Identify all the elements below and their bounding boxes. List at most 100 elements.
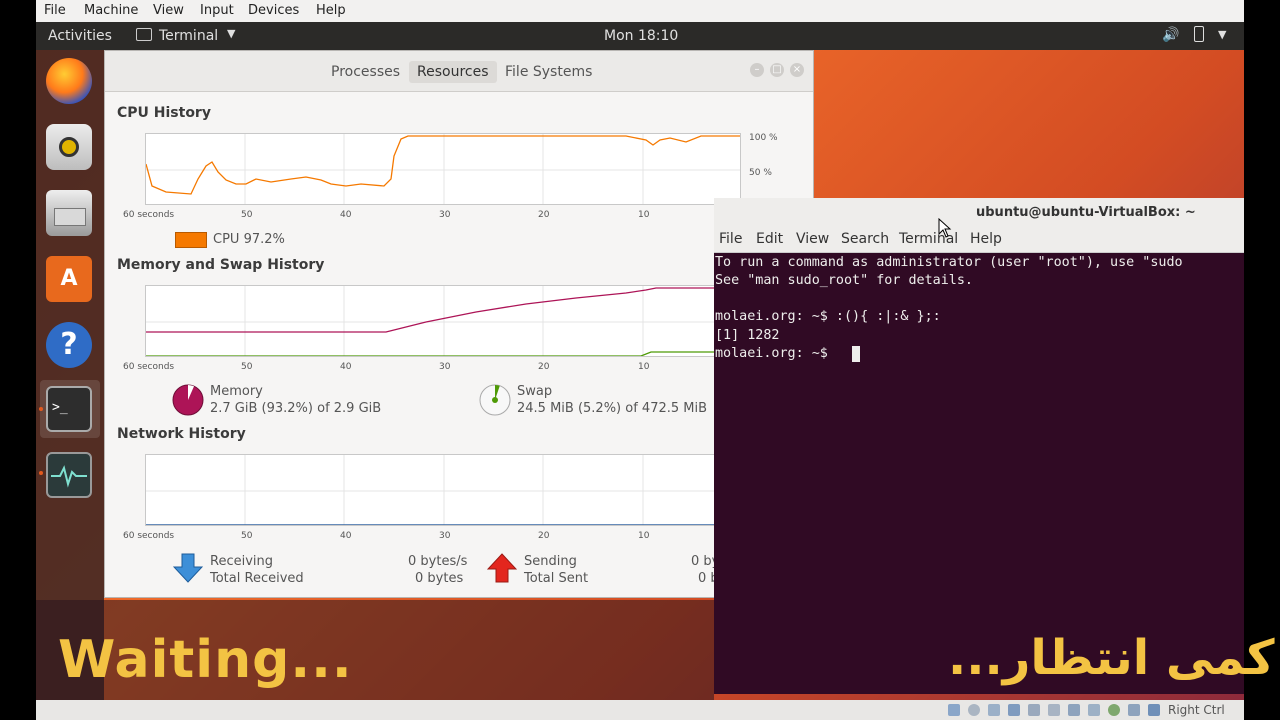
terminal-title: ubuntu@ubuntu-VirtualBox: ~ [976,205,1196,220]
terminal-menubar: File Edit View Search Terminal Help [714,228,1244,253]
sending-arrow-icon[interactable] [487,553,517,583]
term-menu-edit[interactable]: Edit [756,231,783,247]
terminal-line: [1] 1282 [715,328,780,343]
vbox-statusbar: Right Ctrl [36,700,1244,720]
mem-axis-x-5: 10 [638,362,650,372]
vbox-menu-help[interactable]: Help [316,3,346,18]
terminal-window[interactable]: ubuntu@ubuntu-VirtualBox: ~ File Edit Vi… [714,198,1244,694]
vbox-menu-devices[interactable]: Devices [248,3,299,18]
cpu-axis-x-1: 50 [241,210,253,220]
total-sent-label: Total Sent [524,571,589,586]
host-key-label: Right Ctrl [1168,703,1225,717]
terminal-line: molaei.org: ~$ [715,346,836,361]
caption-persian: کمی انتظار... [948,630,1275,686]
optical-drive-icon[interactable] [968,704,980,716]
top-panel: Activities Terminal ▼ Mon 18:10 🔊 ▼ [36,22,1244,50]
receiving-arrow-icon[interactable] [173,553,203,583]
term-menu-file[interactable]: File [719,231,742,247]
net-axis-x-5: 10 [638,531,650,541]
app-menu-label[interactable]: Terminal [159,28,218,44]
swap-label: Swap [517,384,553,399]
net-axis-x-1: 50 [241,531,253,541]
terminal-line: See "man sudo_root" for details. [715,273,973,288]
system-menu-arrow-icon[interactable]: ▼ [1218,28,1226,41]
terminal-dock-icon[interactable]: >_ [46,386,92,432]
tab-file-systems[interactable]: File Systems [497,61,600,83]
memory-pie-icon[interactable] [172,384,204,416]
network-status-icon[interactable] [1008,704,1020,716]
cpu-color-swatch[interactable] [175,232,207,248]
maximize-button[interactable]: □ [770,63,784,77]
cpu-axis-y-50: 50 % [749,168,772,178]
cpu-axis-x-3: 30 [439,210,451,220]
network-graph [145,454,741,526]
running-indicator [39,471,43,475]
net-axis-x-4: 20 [538,531,550,541]
chevron-down-icon[interactable]: ▼ [227,27,235,40]
net-axis-x-0: 60 seconds [123,531,175,541]
display-status-icon[interactable] [1068,704,1080,716]
recording-status-icon[interactable] [1088,704,1100,716]
memory-value: 2.7 GiB (93.2%) of 2.9 GiB [210,401,382,416]
hdd-status-icon[interactable] [948,704,960,716]
help-icon[interactable]: ? [46,322,92,368]
cpu-legend: CPU 97.2% [213,232,285,247]
cpu-axis-x-4: 20 [538,210,550,220]
receiving-rate: 0 bytes/s [408,554,468,569]
minimize-button[interactable]: – [750,63,764,77]
term-menu-search[interactable]: Search [841,231,889,247]
mem-axis-x-2: 40 [340,362,352,372]
firefox-icon[interactable] [46,58,92,104]
audio-status-icon[interactable] [988,704,1000,716]
net-axis-x-2: 40 [340,531,352,541]
close-button[interactable]: × [790,63,804,77]
cpu-axis-x-5: 10 [638,210,650,220]
total-received-label: Total Received [210,571,304,586]
mem-axis-x-1: 50 [241,362,253,372]
activities-button[interactable]: Activities [48,28,112,44]
vbox-menu-view[interactable]: View [153,3,184,18]
volume-icon[interactable]: 🔊 [1162,27,1179,43]
swap-pie-icon[interactable] [479,384,511,416]
tab-processes[interactable]: Processes [323,61,408,83]
rhythmbox-icon[interactable] [46,124,92,170]
running-indicator [39,407,43,411]
terminal-titlebar[interactable]: ubuntu@ubuntu-VirtualBox: ~ [714,198,1244,228]
vbox-menu-machine[interactable]: Machine [84,3,138,18]
mouse-pointer-icon [938,218,952,238]
vbox-menu-input[interactable]: Input [200,3,234,18]
mem-axis-x-3: 30 [439,362,451,372]
terminal-app-icon [136,28,152,41]
swap-value: 24.5 MiB (5.2%) of 472.5 MiB [517,401,708,416]
software-center-icon[interactable]: A [46,256,92,302]
mem-axis-x-4: 20 [538,362,550,372]
files-icon[interactable] [46,190,92,236]
vbox-menubar: File Machine View Input Devices Help [36,0,1244,22]
memory-history-title: Memory and Swap History [117,257,325,273]
system-monitor-dock-icon[interactable] [46,452,92,498]
total-received-value: 0 bytes [415,571,464,586]
shared-folders-icon[interactable] [1048,704,1060,716]
net-axis-x-3: 30 [439,531,451,541]
term-menu-help[interactable]: Help [970,231,1002,247]
usb-status-icon[interactable] [1028,704,1040,716]
clock[interactable]: Mon 18:10 [604,28,678,44]
tab-resources[interactable]: Resources [409,61,497,83]
vbox-menu-file[interactable]: File [44,3,66,18]
power-icon[interactable] [1194,26,1204,42]
sysmon-headerbar: Processes Resources File Systems – □ × [105,51,813,92]
host-key-icon[interactable] [1148,704,1160,716]
receiving-label: Receiving [210,554,274,569]
cpu-axis-x-0: 60 seconds [123,210,175,220]
terminal-cursor [852,346,860,362]
caption-english: Waiting... [58,630,353,690]
terminal-line: To run a command as administrator (user … [715,255,1183,270]
term-menu-view[interactable]: View [796,231,829,247]
vt-x-status-icon[interactable] [1108,704,1120,716]
system-monitor-window: Processes Resources File Systems – □ × C… [104,50,814,598]
cpu-history-title: CPU History [117,105,211,121]
network-history-title: Network History [117,426,246,442]
mouse-integration-icon[interactable] [1128,704,1140,716]
memory-label: Memory [210,384,263,399]
memory-graph [145,285,741,357]
